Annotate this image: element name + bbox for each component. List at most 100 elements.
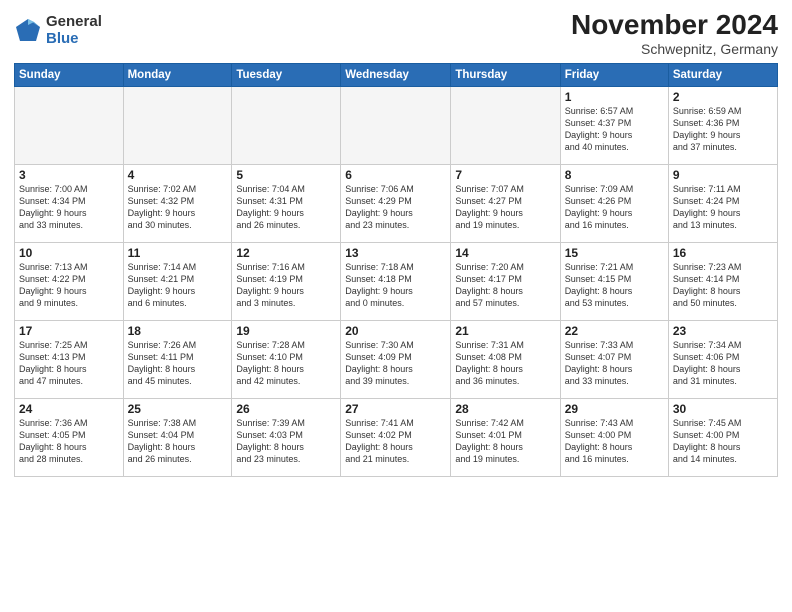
day-number: 16 [673,246,773,260]
day-info: Sunrise: 7:39 AM Sunset: 4:03 PM Dayligh… [236,417,336,466]
calendar-week-1: 3Sunrise: 7:00 AM Sunset: 4:34 PM Daylig… [15,164,778,242]
subtitle: Schwepnitz, Germany [571,41,778,57]
day-number: 7 [455,168,555,182]
calendar-cell: 16Sunrise: 7:23 AM Sunset: 4:14 PM Dayli… [668,242,777,320]
calendar-cell [123,86,232,164]
calendar-week-0: 1Sunrise: 6:57 AM Sunset: 4:37 PM Daylig… [15,86,778,164]
calendar-cell: 23Sunrise: 7:34 AM Sunset: 4:06 PM Dayli… [668,320,777,398]
calendar-cell: 13Sunrise: 7:18 AM Sunset: 4:18 PM Dayli… [341,242,451,320]
day-number: 18 [128,324,228,338]
calendar-cell [232,86,341,164]
calendar-cell: 5Sunrise: 7:04 AM Sunset: 4:31 PM Daylig… [232,164,341,242]
logo-blue: Blue [46,31,102,48]
calendar-week-2: 10Sunrise: 7:13 AM Sunset: 4:22 PM Dayli… [15,242,778,320]
day-number: 14 [455,246,555,260]
day-info: Sunrise: 7:45 AM Sunset: 4:00 PM Dayligh… [673,417,773,466]
calendar-cell: 9Sunrise: 7:11 AM Sunset: 4:24 PM Daylig… [668,164,777,242]
day-info: Sunrise: 7:43 AM Sunset: 4:00 PM Dayligh… [565,417,664,466]
calendar-body: 1Sunrise: 6:57 AM Sunset: 4:37 PM Daylig… [15,86,778,476]
calendar-cell [451,86,560,164]
calendar-week-4: 24Sunrise: 7:36 AM Sunset: 4:05 PM Dayli… [15,398,778,476]
calendar-cell: 25Sunrise: 7:38 AM Sunset: 4:04 PM Dayli… [123,398,232,476]
day-info: Sunrise: 7:38 AM Sunset: 4:04 PM Dayligh… [128,417,228,466]
day-info: Sunrise: 6:59 AM Sunset: 4:36 PM Dayligh… [673,105,773,154]
day-number: 6 [345,168,446,182]
calendar-cell: 4Sunrise: 7:02 AM Sunset: 4:32 PM Daylig… [123,164,232,242]
day-number: 12 [236,246,336,260]
col-friday: Friday [560,63,668,86]
calendar-cell: 28Sunrise: 7:42 AM Sunset: 4:01 PM Dayli… [451,398,560,476]
calendar-week-3: 17Sunrise: 7:25 AM Sunset: 4:13 PM Dayli… [15,320,778,398]
day-info: Sunrise: 7:31 AM Sunset: 4:08 PM Dayligh… [455,339,555,388]
day-info: Sunrise: 7:30 AM Sunset: 4:09 PM Dayligh… [345,339,446,388]
day-info: Sunrise: 7:11 AM Sunset: 4:24 PM Dayligh… [673,183,773,232]
day-number: 19 [236,324,336,338]
day-number: 21 [455,324,555,338]
calendar-cell: 12Sunrise: 7:16 AM Sunset: 4:19 PM Dayli… [232,242,341,320]
calendar-cell: 11Sunrise: 7:14 AM Sunset: 4:21 PM Dayli… [123,242,232,320]
calendar-cell: 20Sunrise: 7:30 AM Sunset: 4:09 PM Dayli… [341,320,451,398]
day-number: 23 [673,324,773,338]
col-monday: Monday [123,63,232,86]
day-info: Sunrise: 7:02 AM Sunset: 4:32 PM Dayligh… [128,183,228,232]
day-info: Sunrise: 7:21 AM Sunset: 4:15 PM Dayligh… [565,261,664,310]
day-number: 5 [236,168,336,182]
day-info: Sunrise: 7:33 AM Sunset: 4:07 PM Dayligh… [565,339,664,388]
day-number: 2 [673,90,773,104]
day-info: Sunrise: 7:20 AM Sunset: 4:17 PM Dayligh… [455,261,555,310]
day-info: Sunrise: 7:26 AM Sunset: 4:11 PM Dayligh… [128,339,228,388]
day-info: Sunrise: 7:13 AM Sunset: 4:22 PM Dayligh… [19,261,119,310]
day-info: Sunrise: 7:28 AM Sunset: 4:10 PM Dayligh… [236,339,336,388]
calendar-cell: 6Sunrise: 7:06 AM Sunset: 4:29 PM Daylig… [341,164,451,242]
page: General Blue November 2024 Schwepnitz, G… [0,0,792,612]
day-number: 9 [673,168,773,182]
calendar-cell: 22Sunrise: 7:33 AM Sunset: 4:07 PM Dayli… [560,320,668,398]
calendar-cell: 14Sunrise: 7:20 AM Sunset: 4:17 PM Dayli… [451,242,560,320]
day-info: Sunrise: 7:16 AM Sunset: 4:19 PM Dayligh… [236,261,336,310]
calendar-cell: 30Sunrise: 7:45 AM Sunset: 4:00 PM Dayli… [668,398,777,476]
header-row: Sunday Monday Tuesday Wednesday Thursday… [15,63,778,86]
col-wednesday: Wednesday [341,63,451,86]
calendar-cell: 26Sunrise: 7:39 AM Sunset: 4:03 PM Dayli… [232,398,341,476]
day-info: Sunrise: 7:00 AM Sunset: 4:34 PM Dayligh… [19,183,119,232]
calendar-cell: 27Sunrise: 7:41 AM Sunset: 4:02 PM Dayli… [341,398,451,476]
day-info: Sunrise: 7:04 AM Sunset: 4:31 PM Dayligh… [236,183,336,232]
header: General Blue November 2024 Schwepnitz, G… [14,10,778,57]
day-info: Sunrise: 7:18 AM Sunset: 4:18 PM Dayligh… [345,261,446,310]
calendar-cell: 15Sunrise: 7:21 AM Sunset: 4:15 PM Dayli… [560,242,668,320]
main-title: November 2024 [571,10,778,41]
day-info: Sunrise: 7:25 AM Sunset: 4:13 PM Dayligh… [19,339,119,388]
logo-general: General [46,14,102,31]
calendar-cell [15,86,124,164]
day-number: 13 [345,246,446,260]
logo-text: General Blue [46,14,102,47]
col-saturday: Saturday [668,63,777,86]
day-info: Sunrise: 7:36 AM Sunset: 4:05 PM Dayligh… [19,417,119,466]
day-number: 29 [565,402,664,416]
day-number: 10 [19,246,119,260]
day-number: 11 [128,246,228,260]
day-number: 17 [19,324,119,338]
day-number: 1 [565,90,664,104]
calendar-cell: 29Sunrise: 7:43 AM Sunset: 4:00 PM Dayli… [560,398,668,476]
calendar-cell: 18Sunrise: 7:26 AM Sunset: 4:11 PM Dayli… [123,320,232,398]
day-number: 22 [565,324,664,338]
day-number: 24 [19,402,119,416]
col-sunday: Sunday [15,63,124,86]
logo: General Blue [14,14,102,47]
day-info: Sunrise: 7:23 AM Sunset: 4:14 PM Dayligh… [673,261,773,310]
calendar-table: Sunday Monday Tuesday Wednesday Thursday… [14,63,778,477]
col-thursday: Thursday [451,63,560,86]
day-number: 26 [236,402,336,416]
day-info: Sunrise: 6:57 AM Sunset: 4:37 PM Dayligh… [565,105,664,154]
day-info: Sunrise: 7:41 AM Sunset: 4:02 PM Dayligh… [345,417,446,466]
day-number: 4 [128,168,228,182]
day-number: 27 [345,402,446,416]
logo-icon [14,17,42,45]
day-number: 28 [455,402,555,416]
calendar-header: Sunday Monday Tuesday Wednesday Thursday… [15,63,778,86]
title-block: November 2024 Schwepnitz, Germany [571,10,778,57]
day-info: Sunrise: 7:42 AM Sunset: 4:01 PM Dayligh… [455,417,555,466]
day-info: Sunrise: 7:07 AM Sunset: 4:27 PM Dayligh… [455,183,555,232]
day-info: Sunrise: 7:06 AM Sunset: 4:29 PM Dayligh… [345,183,446,232]
